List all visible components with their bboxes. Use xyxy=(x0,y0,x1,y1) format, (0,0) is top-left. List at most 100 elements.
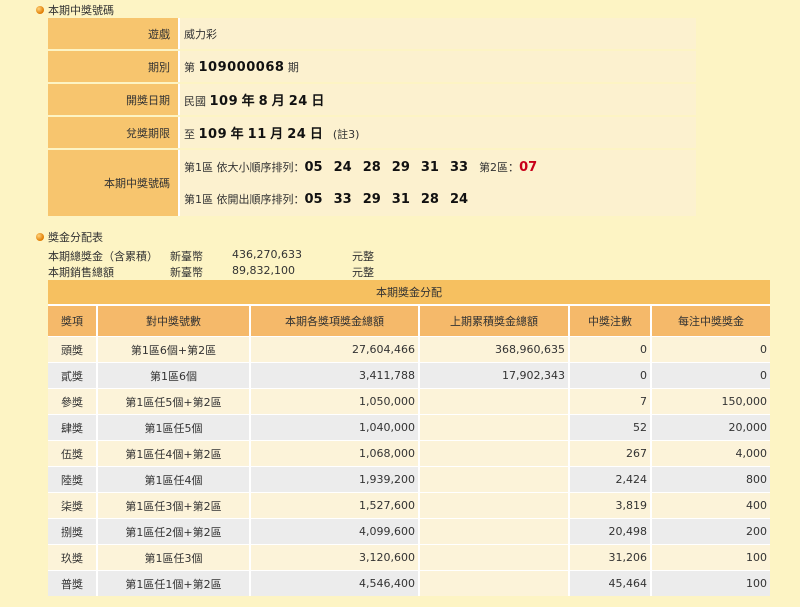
table-row: 柒獎 第1區任3個+第2區 1,527,600 3,819 400 xyxy=(48,492,770,518)
header-previous-jackpot: 上期累積獎金總額 xyxy=(420,306,570,336)
cell-previous-jackpot xyxy=(420,414,570,440)
cell-prize-per-ticket: 0 xyxy=(652,362,770,388)
cell-prize-per-ticket: 100 xyxy=(652,570,770,596)
section-title-prize-distribution: 獎金分配表 xyxy=(36,229,103,245)
sales-total-row: 本期銷售總額 新臺幣 89,832,100 元整 xyxy=(48,264,448,279)
cell-prize-per-ticket: 20,000 xyxy=(652,414,770,440)
cell-winner-count: 45,464 xyxy=(570,570,652,596)
cell-match-rule: 第1區任3個+第2區 xyxy=(98,492,251,518)
draw-date-label: 開獎日期 xyxy=(48,84,180,115)
table-row: 玖獎 第1區任3個 3,120,600 31,206 100 xyxy=(48,544,770,570)
claim-year: 109 xyxy=(198,127,228,142)
header-prize-tier: 獎項 xyxy=(48,306,98,336)
header-current-total: 本期各獎項獎金總額 xyxy=(251,306,420,336)
claim-month-unit: 月 xyxy=(270,127,284,142)
section-title-text: 獎金分配表 xyxy=(48,231,103,244)
draw-date-month: 8 xyxy=(258,94,269,109)
table-row: 頭獎 第1區6個+第2區 27,604,466 368,960,635 0 0 xyxy=(48,336,770,362)
drawn-number: 33 xyxy=(333,191,352,207)
cell-match-rule: 第1區任4個+第2區 xyxy=(98,440,251,466)
cell-previous-jackpot xyxy=(420,544,570,570)
table-row: 參獎 第1區任5個+第2區 1,050,000 7 150,000 xyxy=(48,388,770,414)
total-prize-label: 本期總獎金（含累積） xyxy=(48,250,158,263)
cell-prize-tier: 頭獎 xyxy=(48,336,98,362)
cell-prize-tier: 陸獎 xyxy=(48,466,98,492)
draw-date-value: 民國 109 年 8 月 24 日 xyxy=(180,84,696,115)
cell-winner-count: 2,424 xyxy=(570,466,652,492)
cell-match-rule: 第1區6個+第2區 xyxy=(98,336,251,362)
cell-previous-jackpot xyxy=(420,440,570,466)
drawn-number: 28 xyxy=(420,191,439,207)
cell-prize-tier: 普獎 xyxy=(48,570,98,596)
claim-deadline-value: 至 109 年 11 月 24 日 (註3) xyxy=(180,117,696,148)
cell-prize-tier: 捌獎 xyxy=(48,518,98,544)
claim-note: (註3) xyxy=(332,128,360,141)
claim-month: 11 xyxy=(247,127,267,142)
cell-previous-jackpot xyxy=(420,466,570,492)
cell-current-total: 27,604,466 xyxy=(251,336,420,362)
claim-day-unit: 日 xyxy=(309,127,324,142)
cell-winner-count: 267 xyxy=(570,440,652,466)
cell-winner-count: 0 xyxy=(570,336,652,362)
cell-prize-per-ticket: 800 xyxy=(652,466,770,492)
cell-current-total: 4,546,400 xyxy=(251,570,420,596)
table-row: 肆獎 第1區任5個 1,040,000 52 20,000 xyxy=(48,414,770,440)
cell-previous-jackpot: 368,960,635 xyxy=(420,336,570,362)
sorted-number: 24 xyxy=(333,159,352,175)
table-row: 捌獎 第1區任2個+第2區 4,099,600 20,498 200 xyxy=(48,518,770,544)
cell-winner-count: 20,498 xyxy=(570,518,652,544)
period-prefix: 第 xyxy=(184,60,195,74)
winning-numbers-value: 第1區 依大小順序排列： 05 24 28 29 31 33 第2區： 07 第… xyxy=(180,150,696,216)
claim-year-unit: 年 xyxy=(230,127,245,142)
sorted-label: 第1區 依大小順序排列： xyxy=(184,161,305,174)
cell-previous-jackpot xyxy=(420,570,570,596)
cell-prize-per-ticket: 400 xyxy=(652,492,770,518)
cell-prize-per-ticket: 150,000 xyxy=(652,388,770,414)
total-prize-unit: 元整 xyxy=(352,250,374,263)
sales-total-amount: 89,832,100 xyxy=(232,264,295,277)
info-row-period: 期別 第 109000068 期 xyxy=(48,51,696,82)
period-label: 期別 xyxy=(48,51,180,82)
cell-winner-count: 3,819 xyxy=(570,492,652,518)
cell-prize-tier: 貳獎 xyxy=(48,362,98,388)
cell-prize-per-ticket: 100 xyxy=(652,544,770,570)
info-row-draw-date: 開獎日期 民國 109 年 8 月 24 日 xyxy=(48,84,696,115)
info-row-game: 遊戲 威力彩 xyxy=(48,18,696,49)
zone2-number: 07 xyxy=(519,159,538,175)
cell-current-total: 3,120,600 xyxy=(251,544,420,570)
header-match: 對中獎號數 xyxy=(98,306,251,336)
cell-current-total: 3,411,788 xyxy=(251,362,420,388)
prize-table-caption: 本期獎金分配 xyxy=(48,280,770,306)
sorted-numbers-line: 第1區 依大小順序排列： 05 24 28 29 31 33 第2區： 07 xyxy=(184,151,696,183)
prize-table-header-row: 獎項 對中獎號數 本期各獎項獎金總額 上期累積獎金總額 中獎注數 每注中獎獎金 xyxy=(48,306,770,336)
game-value: 威力彩 xyxy=(180,18,696,49)
draw-date-month-unit: 月 xyxy=(271,94,286,109)
cell-prize-tier: 柒獎 xyxy=(48,492,98,518)
cell-prize-tier: 伍獎 xyxy=(48,440,98,466)
info-row-claim-deadline: 兌獎期限 至 109 年 11 月 24 日 (註3) xyxy=(48,117,696,148)
cell-previous-jackpot xyxy=(420,388,570,414)
period-value: 第 109000068 期 xyxy=(180,51,696,82)
drawn-number: 29 xyxy=(362,191,381,207)
cell-match-rule: 第1區任1個+第2區 xyxy=(98,570,251,596)
cell-match-rule: 第1區任3個 xyxy=(98,544,251,570)
draw-date-day: 24 xyxy=(288,94,308,109)
cell-prize-tier: 參獎 xyxy=(48,388,98,414)
cell-match-rule: 第1區6個 xyxy=(98,362,251,388)
claim-prefix: 至 xyxy=(184,128,195,141)
drawn-number: 05 xyxy=(304,191,323,207)
drawn-label: 第1區 依開出順序排列： xyxy=(184,193,305,206)
table-row: 貳獎 第1區6個 3,411,788 17,902,343 0 0 xyxy=(48,362,770,388)
header-winner-count: 中獎注數 xyxy=(570,306,652,336)
cell-current-total: 1,050,000 xyxy=(251,388,420,414)
game-label: 遊戲 xyxy=(48,18,180,49)
cell-current-total: 4,099,600 xyxy=(251,518,420,544)
sorted-number: 28 xyxy=(362,159,381,175)
cell-current-total: 1,040,000 xyxy=(251,414,420,440)
total-prize-row: 本期總獎金（含累積） 新臺幣 436,270,633 元整 xyxy=(48,248,448,263)
draw-date-year-unit: 年 xyxy=(241,94,256,109)
sorted-number: 05 xyxy=(304,159,323,175)
sales-total-label: 本期銷售總額 xyxy=(48,266,114,279)
cell-prize-per-ticket: 0 xyxy=(652,336,770,362)
draw-date-year: 109 xyxy=(209,94,239,109)
